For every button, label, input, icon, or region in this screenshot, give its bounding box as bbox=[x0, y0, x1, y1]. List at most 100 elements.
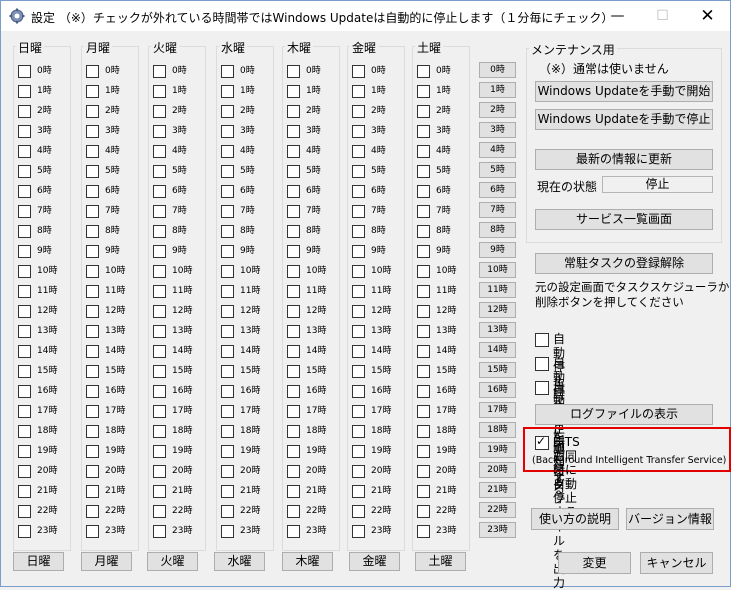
hour-checkbox[interactable] bbox=[287, 285, 300, 298]
hour-checkbox[interactable] bbox=[287, 205, 300, 218]
hour-checkbox[interactable] bbox=[18, 425, 31, 438]
hour-checkbox[interactable] bbox=[352, 65, 365, 78]
hour-checkbox[interactable] bbox=[86, 345, 99, 358]
hour-checkbox[interactable] bbox=[18, 505, 31, 518]
hour-toggle-button[interactable]: 9時 bbox=[479, 242, 516, 258]
hour-checkbox[interactable] bbox=[221, 465, 234, 478]
hour-checkbox[interactable] bbox=[18, 65, 31, 78]
hour-checkbox[interactable] bbox=[221, 105, 234, 118]
hour-checkbox[interactable] bbox=[18, 465, 31, 478]
hour-toggle-button[interactable]: 5時 bbox=[479, 162, 516, 178]
hour-checkbox[interactable] bbox=[221, 225, 234, 238]
hour-checkbox[interactable] bbox=[352, 365, 365, 378]
hour-toggle-button[interactable]: 2時 bbox=[479, 102, 516, 118]
hour-checkbox[interactable] bbox=[221, 305, 234, 318]
hour-checkbox[interactable] bbox=[221, 205, 234, 218]
hour-checkbox[interactable] bbox=[153, 165, 166, 178]
hour-checkbox[interactable] bbox=[287, 145, 300, 158]
hour-toggle-button[interactable]: 12時 bbox=[479, 302, 516, 318]
hour-checkbox[interactable] bbox=[153, 405, 166, 418]
hour-checkbox[interactable] bbox=[86, 285, 99, 298]
hour-toggle-button[interactable]: 21時 bbox=[479, 482, 516, 498]
close-button[interactable]: ✕ bbox=[685, 1, 730, 31]
hour-checkbox[interactable] bbox=[86, 505, 99, 518]
hour-checkbox[interactable] bbox=[352, 485, 365, 498]
hour-toggle-button[interactable]: 15時 bbox=[479, 362, 516, 378]
hour-toggle-button[interactable]: 11時 bbox=[479, 282, 516, 298]
hour-checkbox[interactable] bbox=[417, 285, 430, 298]
hour-checkbox[interactable] bbox=[153, 425, 166, 438]
hour-checkbox[interactable] bbox=[153, 245, 166, 258]
hour-checkbox[interactable] bbox=[417, 505, 430, 518]
hour-checkbox[interactable] bbox=[86, 245, 99, 258]
hour-checkbox[interactable] bbox=[287, 365, 300, 378]
hour-checkbox[interactable] bbox=[18, 165, 31, 178]
hour-checkbox[interactable] bbox=[221, 445, 234, 458]
hour-checkbox[interactable] bbox=[417, 345, 430, 358]
hour-checkbox[interactable] bbox=[417, 145, 430, 158]
hour-checkbox[interactable] bbox=[287, 85, 300, 98]
hour-checkbox[interactable] bbox=[287, 425, 300, 438]
hour-checkbox[interactable] bbox=[86, 445, 99, 458]
hour-checkbox[interactable] bbox=[153, 65, 166, 78]
hour-toggle-button[interactable]: 23時 bbox=[479, 522, 516, 538]
hour-checkbox[interactable] bbox=[287, 325, 300, 338]
hour-checkbox[interactable] bbox=[352, 285, 365, 298]
hour-checkbox[interactable] bbox=[417, 225, 430, 238]
hour-checkbox[interactable] bbox=[287, 105, 300, 118]
hour-checkbox[interactable] bbox=[153, 525, 166, 538]
hour-checkbox[interactable] bbox=[417, 105, 430, 118]
hour-checkbox[interactable] bbox=[417, 65, 430, 78]
hour-checkbox[interactable] bbox=[18, 185, 31, 198]
hour-checkbox[interactable] bbox=[287, 525, 300, 538]
hour-toggle-button[interactable]: 13時 bbox=[479, 322, 516, 338]
hour-checkbox[interactable] bbox=[86, 485, 99, 498]
hour-checkbox[interactable] bbox=[221, 525, 234, 538]
hour-checkbox[interactable] bbox=[417, 185, 430, 198]
refresh-button[interactable]: 最新の情報に更新 bbox=[535, 149, 713, 170]
hour-checkbox[interactable] bbox=[352, 205, 365, 218]
hour-checkbox[interactable] bbox=[153, 465, 166, 478]
hour-checkbox[interactable] bbox=[352, 385, 365, 398]
hour-checkbox[interactable] bbox=[352, 185, 365, 198]
hour-checkbox[interactable] bbox=[287, 505, 300, 518]
day-toggle-button[interactable]: 土曜 bbox=[415, 552, 466, 571]
hour-toggle-button[interactable]: 7時 bbox=[479, 202, 516, 218]
hour-checkbox[interactable] bbox=[86, 85, 99, 98]
hour-checkbox[interactable] bbox=[287, 185, 300, 198]
hour-checkbox[interactable] bbox=[18, 325, 31, 338]
hour-checkbox[interactable] bbox=[18, 225, 31, 238]
hour-checkbox[interactable] bbox=[86, 145, 99, 158]
hour-checkbox[interactable] bbox=[18, 365, 31, 378]
hour-checkbox[interactable] bbox=[417, 85, 430, 98]
hour-checkbox[interactable] bbox=[86, 305, 99, 318]
hour-checkbox[interactable] bbox=[18, 305, 31, 318]
hour-checkbox[interactable] bbox=[86, 125, 99, 138]
hour-checkbox[interactable] bbox=[352, 225, 365, 238]
hour-toggle-button[interactable]: 16時 bbox=[479, 382, 516, 398]
hour-toggle-button[interactable]: 10時 bbox=[479, 262, 516, 278]
minimize-button[interactable]: — bbox=[595, 1, 640, 31]
hour-checkbox[interactable] bbox=[221, 265, 234, 278]
hour-checkbox[interactable] bbox=[153, 325, 166, 338]
notify-checkbox[interactable] bbox=[535, 357, 549, 371]
hour-checkbox[interactable] bbox=[18, 285, 31, 298]
hour-toggle-button[interactable]: 0時 bbox=[479, 62, 516, 78]
hour-toggle-button[interactable]: 22時 bbox=[479, 502, 516, 518]
hour-checkbox[interactable] bbox=[352, 525, 365, 538]
hour-checkbox[interactable] bbox=[417, 325, 430, 338]
hour-checkbox[interactable] bbox=[221, 405, 234, 418]
hour-checkbox[interactable] bbox=[153, 365, 166, 378]
hour-checkbox[interactable] bbox=[153, 85, 166, 98]
hour-checkbox[interactable] bbox=[352, 245, 365, 258]
hour-checkbox[interactable] bbox=[153, 225, 166, 238]
hour-checkbox[interactable] bbox=[417, 425, 430, 438]
hour-checkbox[interactable] bbox=[352, 85, 365, 98]
hour-checkbox[interactable] bbox=[352, 345, 365, 358]
bits-checkbox[interactable] bbox=[535, 434, 549, 450]
hour-toggle-button[interactable]: 20時 bbox=[479, 462, 516, 478]
hour-checkbox[interactable] bbox=[417, 525, 430, 538]
hour-checkbox[interactable] bbox=[153, 385, 166, 398]
hour-checkbox[interactable] bbox=[18, 265, 31, 278]
hour-toggle-button[interactable]: 19時 bbox=[479, 442, 516, 458]
